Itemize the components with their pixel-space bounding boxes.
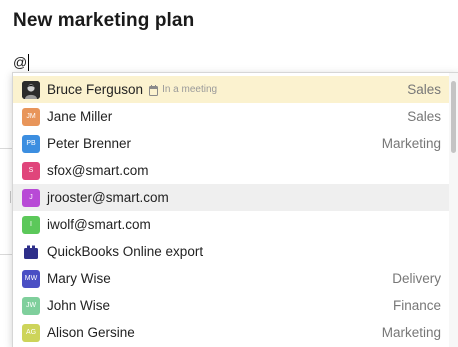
- mention-item[interactable]: MW Mary Wise Delivery: [13, 265, 449, 292]
- background-divider: [0, 148, 12, 149]
- user-initials-avatar: I: [22, 215, 40, 234]
- avatar-initials: JM: [26, 113, 36, 120]
- mention-item[interactable]: Jjrooster@smart.com: [13, 184, 449, 211]
- mention-item[interactable]: PB Peter Brenner Marketing: [13, 130, 449, 157]
- mention-item-department: Marketing: [381, 325, 441, 340]
- mention-dropdown: Bruce Ferguson In a meeting Sales JM Jane Mi…: [12, 72, 458, 347]
- mention-item-department: Delivery: [392, 271, 441, 286]
- mention-item-name: Peter Brenner: [47, 136, 132, 151]
- background-tick: [10, 191, 11, 203]
- dropdown-scrollbar[interactable]: [449, 73, 458, 347]
- mention-item[interactable]: JW John Wise Finance: [13, 292, 449, 319]
- mention-item[interactable]: Bruce Ferguson In a meeting Sales: [13, 76, 449, 103]
- user-initials-avatar: JM: [22, 107, 40, 126]
- background-divider: [0, 254, 12, 255]
- page-title: New marketing plan: [13, 10, 195, 31]
- avatar-initials: I: [30, 221, 32, 228]
- mention-item-department: Sales: [407, 82, 441, 97]
- mention-item-department: Finance: [392, 298, 441, 313]
- mention-item-name: iwolf@smart.com: [47, 217, 151, 232]
- avatar-initials: J: [29, 194, 33, 201]
- calendar-icon: [149, 84, 159, 96]
- avatar-initials: AG: [25, 329, 37, 336]
- mention-item-name: Jane Miller: [47, 109, 113, 124]
- avatar-initials: JW: [25, 302, 37, 309]
- mention-item[interactable]: Ssfox@smart.com: [13, 157, 449, 184]
- user-initials-avatar: PB: [22, 134, 40, 153]
- mention-item[interactable]: AG Alison Gersine Marketing: [13, 319, 449, 346]
- user-photo-avatar: [22, 80, 40, 99]
- mention-item[interactable]: QuickBooks Online export: [13, 238, 449, 265]
- user-initials-avatar: AG: [22, 323, 40, 342]
- user-initials-avatar: JW: [22, 296, 40, 315]
- mention-item-name: Alison Gersine: [47, 325, 135, 340]
- mention-item-department: Marketing: [381, 136, 441, 151]
- user-initials-avatar: J: [22, 188, 40, 207]
- scroll-thumb[interactable]: [451, 81, 456, 153]
- mention-item-name: Bruce Ferguson: [47, 82, 144, 97]
- mention-item-name: sfox@smart.com: [47, 163, 149, 178]
- mention-item-name: QuickBooks Online export: [47, 244, 204, 259]
- avatar-initials: PB: [26, 140, 36, 147]
- mention-item-name: Mary Wise: [47, 271, 111, 286]
- mention-item[interactable]: JM Jane Miller Sales: [13, 103, 449, 130]
- mention-item-name: John Wise: [47, 298, 111, 313]
- mention-item-name: jrooster@smart.com: [47, 190, 169, 205]
- integration-icon: [22, 243, 40, 261]
- mention-item-department: Sales: [407, 109, 441, 124]
- presence-status: In a meeting: [162, 84, 218, 95]
- editor-input[interactable]: @: [13, 52, 30, 72]
- text-caret: [28, 53, 30, 71]
- mention-list: Bruce Ferguson In a meeting Sales JM Jane Mi…: [13, 76, 449, 346]
- mention-item[interactable]: Iiwolf@smart.com: [13, 211, 449, 238]
- editor-text: @: [13, 54, 28, 70]
- user-initials-avatar: S: [22, 161, 40, 180]
- avatar-initials: MW: [24, 275, 38, 282]
- user-initials-avatar: MW: [22, 269, 40, 288]
- avatar-initials: S: [28, 167, 34, 174]
